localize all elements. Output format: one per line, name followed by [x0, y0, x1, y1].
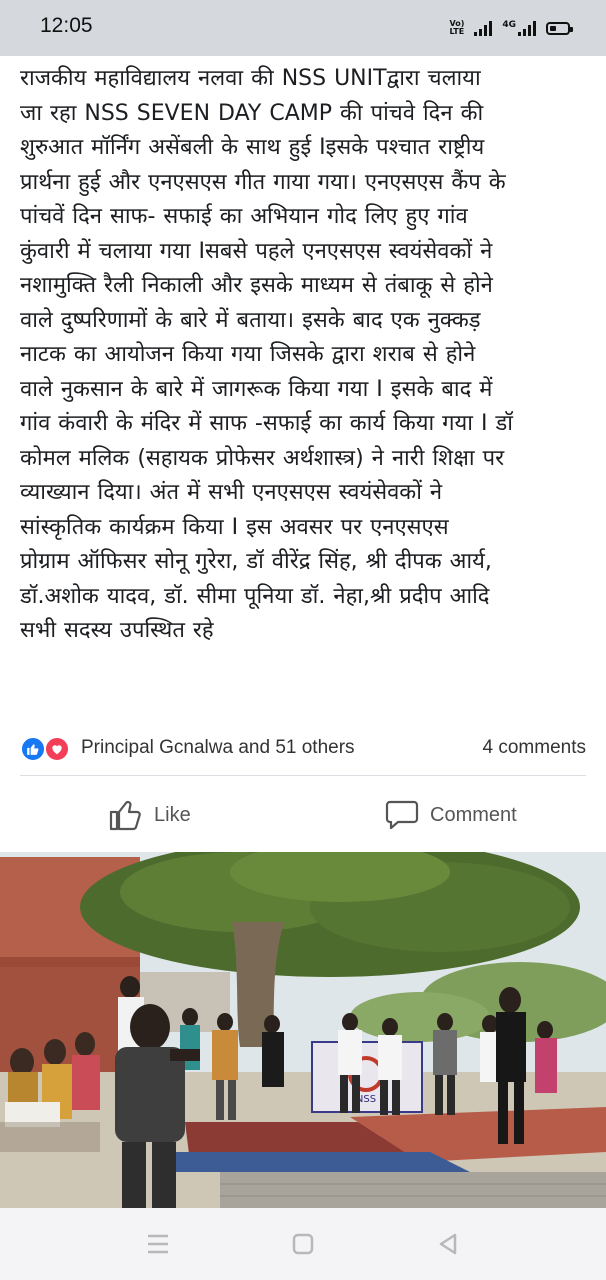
- like-reaction-icon: [20, 736, 46, 762]
- love-reaction-icon: [44, 736, 70, 762]
- post-line: राजकीय महाविद्यालय नलवा की NSS UNITद्वार…: [20, 66, 481, 91]
- post-line: व्याख्यान दिया। अंत में सभी एनएसएस स्वयं…: [20, 480, 443, 505]
- back-icon[interactable]: [432, 1228, 464, 1260]
- status-bar: 12:05 Vo) LTE 4G: [0, 0, 606, 56]
- like-label: Like: [154, 803, 191, 826]
- comment-button[interactable]: Comment: [384, 790, 517, 840]
- post-line: गांव कंवारी के मंदिर में साफ -सफाई का का…: [20, 411, 513, 436]
- battery-icon: [546, 21, 573, 35]
- post-line: डॉ.अशोक यादव, डॉ. सीमा पूनिया डॉ. नेहा,श…: [20, 583, 490, 609]
- post-photo[interactable]: NSS: [0, 852, 606, 1208]
- signal-icon: [474, 20, 493, 36]
- post-line: प्रार्थना हुई और एनएसएस गीत गाया गया। एन…: [20, 169, 506, 195]
- like-button[interactable]: Like: [108, 790, 191, 840]
- volte-icon: Vo) LTE: [449, 20, 464, 36]
- navigation-bar: [0, 1208, 606, 1280]
- 4g-signal-icon: 4G: [502, 20, 536, 36]
- post-line: शुरुआत मॉर्निंग असेंबली के साथ हुई Iइसके…: [20, 135, 485, 160]
- comment-label: Comment: [430, 803, 517, 826]
- post-line: कुंवारी में चलाया गया Iसबसे पहले एनएसएस …: [20, 238, 493, 264]
- post-line: जा रहा NSS SEVEN DAY CAMP की पांचवे दिन …: [20, 100, 484, 126]
- comment-icon: [385, 800, 419, 830]
- volte-bottom-label: LTE: [449, 27, 465, 36]
- post-line: नशामुक्ति रैली निकाली और इसके माध्यम से …: [20, 273, 493, 298]
- post-line: सभी सदस्य उपस्थित रहे: [20, 618, 214, 643]
- reactors-text[interactable]: Principal Gcnalwa and 51 others: [81, 737, 355, 759]
- home-icon[interactable]: [287, 1228, 319, 1260]
- post-actions: Like Comment: [0, 790, 606, 840]
- post-line: कोमल मलिक (सहायक प्रोफेसर अर्थशास्त्र) न…: [20, 445, 505, 471]
- reactions-summary[interactable]: Principal Gcnalwa and 51 others 4 commen…: [20, 734, 586, 764]
- network-type-label: 4G: [502, 20, 516, 30]
- status-icons: Vo) LTE 4G: [449, 16, 573, 40]
- divider: [20, 775, 586, 776]
- reaction-icons: [20, 736, 76, 762]
- post-line: वाले नुकसान के बारे में जागरूक किया गया …: [20, 376, 493, 402]
- post-line: सांस्कृतिक कार्यक्रम किया I इस अवसर पर ए…: [20, 514, 449, 540]
- comment-count[interactable]: 4 comments: [483, 737, 586, 759]
- post-line: प्रोग्राम ऑफिसर सोनू गुरेरा, डॉ वीरेंद्र…: [20, 549, 492, 574]
- post-line: पांचवें दिन साफ- सफाई का अभियान गोद लिए …: [20, 204, 468, 229]
- status-time: 12:05: [40, 14, 93, 37]
- post-line: वाले दुष्परिणामों के बारे में बताया। इसक…: [20, 307, 481, 333]
- thumbs-up-icon: [109, 800, 141, 831]
- post-line: नाटक का आयोजन किया गया जिसके द्वारा शराब…: [20, 342, 476, 367]
- post-body: राजकीय महाविद्यालय नलवा की NSS UNITद्वार…: [20, 62, 590, 649]
- menu-icon[interactable]: [142, 1228, 174, 1260]
